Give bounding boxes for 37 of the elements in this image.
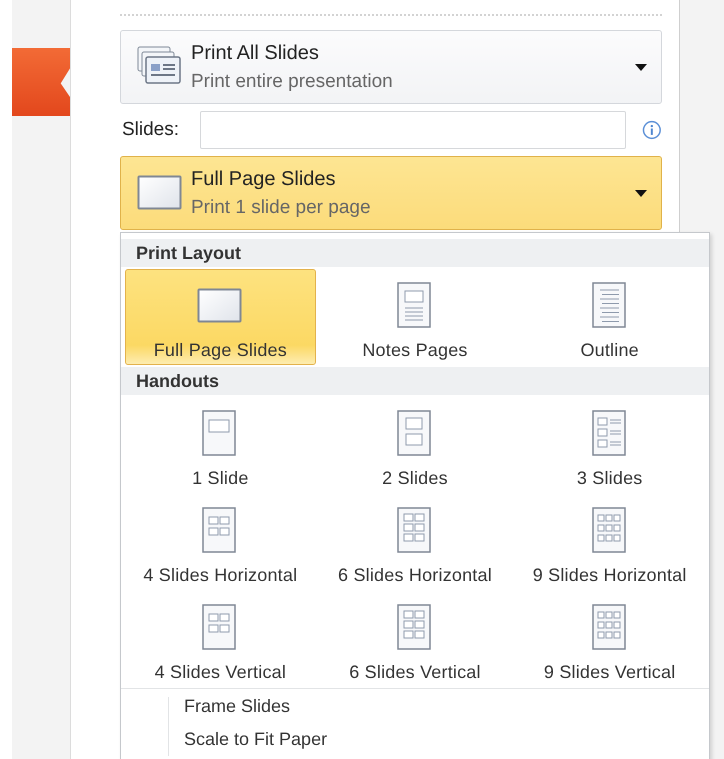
handout-page-icon: [396, 410, 433, 458]
outline-page-icon: [592, 282, 628, 330]
caret-icon: [635, 64, 647, 70]
section-heading: Handouts: [136, 370, 219, 392]
layout-option[interactable]: 6 Slides Vertical: [320, 591, 510, 684]
layout-option[interactable]: 4 Slides Vertical: [125, 591, 316, 684]
handout-page-icon: [202, 507, 238, 555]
ribbon-shape: [12, 48, 70, 116]
layout-option[interactable]: Notes Pages: [320, 269, 510, 365]
layout-option[interactable]: 3 Slides: [514, 397, 705, 490]
caret-icon: [635, 190, 647, 196]
layout-option[interactable]: 9 Slides Vertical: [514, 591, 705, 684]
layout-option[interactable]: Full Page Slides: [125, 269, 316, 365]
print-layout-dropdown[interactable]: Full Page Slides Print 1 slide per page: [120, 156, 662, 230]
notes-page-icon: [396, 282, 433, 330]
info-icon: [642, 120, 662, 140]
layout-option[interactable]: 2 Slides: [320, 397, 510, 490]
layout-option[interactable]: 9 Slides Horizontal: [514, 494, 705, 587]
handout-page-icon: [592, 410, 628, 458]
menu-option[interactable]: Frame Slides: [184, 696, 290, 716]
handout-page-icon: [592, 604, 628, 652]
layout-option[interactable]: 1 Slide: [125, 397, 316, 490]
layout-option[interactable]: 6 Slides Horizontal: [320, 494, 510, 587]
handout-page-icon: [202, 410, 238, 458]
slides-label: Slides:: [121, 119, 180, 141]
section-heading: Print Layout: [136, 242, 242, 264]
layout-option[interactable]: 4 Slides Horizontal: [125, 494, 316, 587]
handout-page-icon: [396, 507, 433, 555]
handout-page-icon: [396, 604, 433, 652]
handout-page-icon: [202, 604, 238, 652]
print-range-dropdown[interactable]: Print All Slides Print entire presentation: [120, 30, 662, 104]
handout-page-icon: [592, 507, 628, 555]
slide-icon: [197, 288, 244, 324]
layout-option[interactable]: Outline: [514, 269, 705, 365]
menu-option[interactable]: Scale to Fit Paper: [184, 729, 328, 749]
slide-icon: [137, 175, 183, 211]
slides-input-field[interactable]: [200, 111, 626, 149]
